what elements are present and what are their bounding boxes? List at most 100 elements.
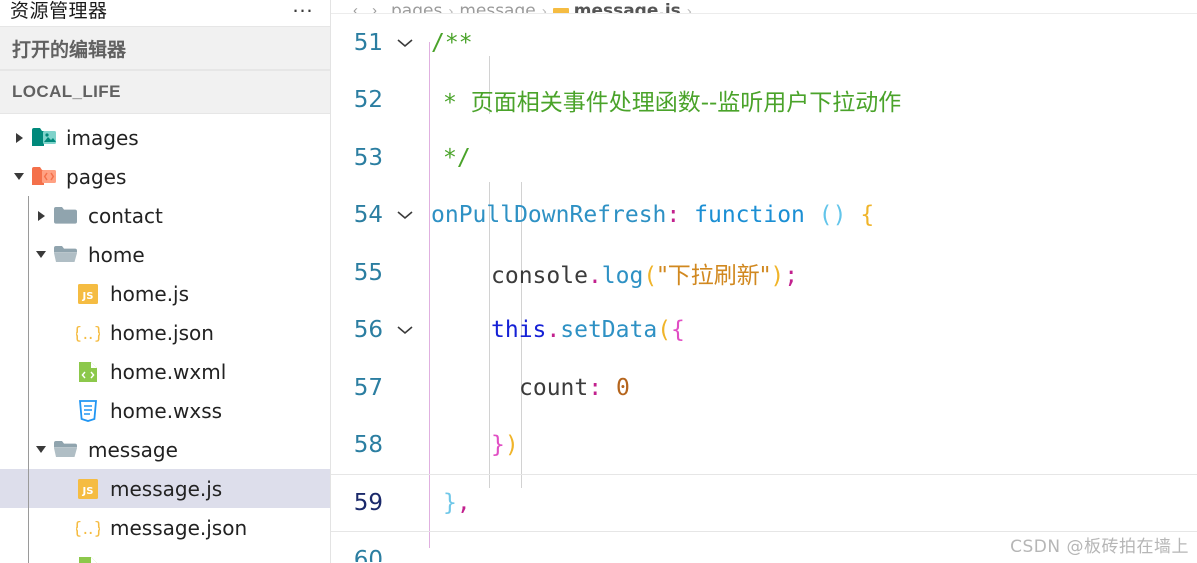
code-line[interactable]: 54 onPullDownRefresh: function () { xyxy=(331,187,1197,245)
js-file-icon: JS xyxy=(74,282,102,306)
chevron-down-icon[interactable] xyxy=(30,251,52,258)
breadcrumb: ‹ › pages › message › message.js › … xyxy=(331,0,1197,14)
code-line-active[interactable]: 59 }, xyxy=(331,474,1197,532)
tree-indent-guide xyxy=(28,391,29,430)
tree-item[interactable] xyxy=(0,547,330,563)
more-actions-icon[interactable]: … xyxy=(292,0,317,18)
colon-token: : xyxy=(666,202,681,229)
tree-item-home-wxss[interactable]: home.wxss xyxy=(0,391,330,430)
function-name: onPullDownRefresh xyxy=(431,202,667,229)
breadcrumb-item-message-js[interactable]: message.js xyxy=(574,1,681,13)
keyword-function: function xyxy=(694,202,805,229)
chevron-right-icon[interactable] xyxy=(30,211,52,221)
code-line[interactable]: 55 console.log("下拉刷新"); xyxy=(331,244,1197,302)
js-file-icon: JS xyxy=(74,477,102,501)
json-file-icon: {..} xyxy=(74,321,102,345)
page-title: 资源管理器 xyxy=(10,0,108,22)
folder-open-icon xyxy=(52,244,80,265)
code-line[interactable]: 51 /** xyxy=(331,14,1197,72)
code-text-line-56: this.setData({ xyxy=(427,317,685,343)
chevron-down-icon[interactable] xyxy=(8,173,30,180)
tree-item-label: message.js xyxy=(110,476,223,501)
line-number: 60 xyxy=(353,547,383,562)
comment-token: /** xyxy=(431,29,473,56)
tree-item-contact[interactable]: contact xyxy=(0,196,330,235)
code-text-line-57: count: 0 xyxy=(427,375,630,401)
tree-item-label: home.wxss xyxy=(110,398,223,423)
tree-indent-guide xyxy=(28,313,29,352)
line-number: 58 xyxy=(353,432,383,459)
tree-item-home[interactable]: home xyxy=(0,235,330,274)
tree-item-label: images xyxy=(66,125,139,150)
navigate-back-icon[interactable]: ‹ xyxy=(353,2,358,13)
code-line[interactable]: 53 */ xyxy=(331,129,1197,187)
paren-token: () xyxy=(818,202,847,229)
brace-token: } xyxy=(443,489,457,516)
brace-token: { xyxy=(860,202,875,229)
fold-chevron-down-icon[interactable] xyxy=(383,209,427,221)
tree-item-label: message.json xyxy=(110,515,248,540)
tree-item-pages[interactable]: pages xyxy=(0,157,330,196)
svg-text:JS: JS xyxy=(82,291,94,302)
fold-chevron-down-icon[interactable] xyxy=(383,324,427,336)
chevron-down-icon[interactable] xyxy=(30,446,52,453)
vscode-window: 资源管理器 … 打开的编辑器 LOCAL_LIFE images pages con… xyxy=(0,0,1197,563)
line-number: 52 xyxy=(353,87,383,114)
tree-item-home-wxml[interactable]: home.wxml xyxy=(0,352,330,391)
line-number-active: 59 xyxy=(353,489,383,516)
breadcrumb-separator-icon: › xyxy=(686,3,692,14)
svg-text:{..}: {..} xyxy=(76,519,100,539)
wxml-file-icon xyxy=(74,555,102,563)
section-local-life[interactable]: LOCAL_LIFE xyxy=(0,70,330,114)
tree-indent-guide xyxy=(28,430,29,469)
tree-item-message-js[interactable]: JS message.js xyxy=(0,469,330,508)
property-count: count xyxy=(519,374,589,401)
breadcrumb-item-pages[interactable]: pages xyxy=(391,1,442,13)
comment-token: */ xyxy=(443,144,471,171)
number-literal: 0 xyxy=(615,374,630,401)
tree-indent-guide xyxy=(28,469,29,508)
tree-indent-guide xyxy=(28,508,29,547)
code-text-line-51: /** xyxy=(427,30,473,56)
breadcrumb-item-message[interactable]: message xyxy=(459,1,535,13)
code-line[interactable]: 52 * 页面相关事件处理函数--监听用户下拉动作 xyxy=(331,72,1197,130)
tree-item-images[interactable]: images xyxy=(0,118,330,157)
code-text-line-58: }) xyxy=(427,432,519,458)
folder-open-icon xyxy=(52,439,80,460)
folder-pages-icon xyxy=(30,166,58,187)
tree-item-label: contact xyxy=(88,203,163,228)
code-line[interactable]: 57 count: 0 xyxy=(331,359,1197,417)
tree-item-message[interactable]: message xyxy=(0,430,330,469)
code-line[interactable]: 58 }) xyxy=(331,417,1197,475)
comment-text: 页面相关事件处理函数--监听用户下拉动作 xyxy=(470,90,902,117)
paren-token: ) xyxy=(770,262,785,289)
colon-token: : xyxy=(588,374,603,401)
tree-item-home-js[interactable]: JS home.js xyxy=(0,274,330,313)
code-text-line-53: */ xyxy=(427,145,471,171)
navigate-forward-icon[interactable]: › xyxy=(372,2,377,13)
line-number: 57 xyxy=(353,374,383,401)
chevron-right-icon[interactable] xyxy=(8,133,30,143)
tree-item-message-json[interactable]: {..} message.json xyxy=(0,508,330,547)
code-content[interactable]: 51 /** 52 * 页面相关事件处理函数--监听用户下拉动作 53 */ 5… xyxy=(331,14,1197,562)
fold-chevron-down-icon[interactable] xyxy=(383,37,427,49)
line-number: 55 xyxy=(353,259,383,286)
breadcrumb-separator-icon: › xyxy=(448,3,454,14)
json-file-icon: {..} xyxy=(74,516,102,540)
section-open-editors-label: 打开的编辑器 xyxy=(12,38,127,61)
tree-item-label: pages xyxy=(66,164,127,189)
svg-text:{..}: {..} xyxy=(76,324,100,344)
paren-token: ( xyxy=(657,317,672,344)
tree-indent-guide xyxy=(28,274,29,313)
tree-item-home-json[interactable]: {..} home.json xyxy=(0,313,330,352)
method-log: log xyxy=(601,262,644,289)
section-local-life-label: LOCAL_LIFE xyxy=(12,82,121,101)
breadcrumb-overflow[interactable]: … xyxy=(698,1,715,13)
code-text-line-54: onPullDownRefresh: function () { xyxy=(427,202,874,228)
code-line[interactable]: 56 this.setData({ xyxy=(331,302,1197,360)
semicolon-token: ; xyxy=(784,262,799,289)
tree-indent-guide xyxy=(28,196,29,235)
tree-indent-guide xyxy=(28,547,29,563)
keyword-this: this xyxy=(491,317,547,344)
section-open-editors[interactable]: 打开的编辑器 xyxy=(0,26,330,70)
